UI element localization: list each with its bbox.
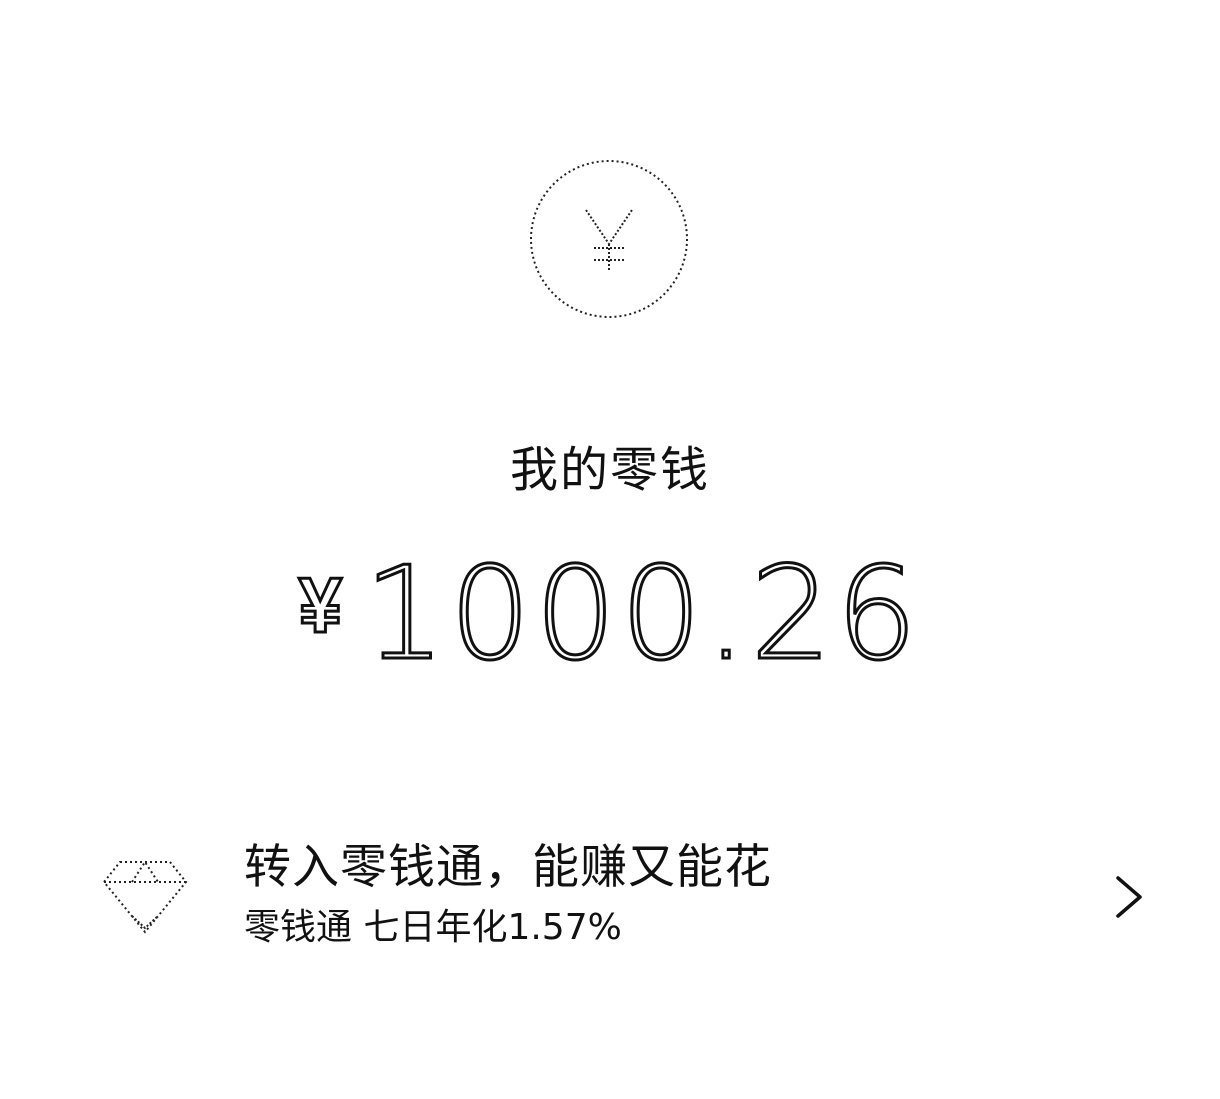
promo-text: 转入零钱通，能赚又能花 零钱通 七日年化1.57% xyxy=(244,838,772,952)
balance-amount: 1000.26 xyxy=(363,540,922,689)
currency-symbol: ¥ xyxy=(297,560,343,651)
promo-subtitle: 零钱通 七日年化1.57% xyxy=(244,907,622,948)
page-title: 我的零钱 xyxy=(509,442,710,498)
chevron-right-icon[interactable] xyxy=(1112,874,1146,920)
balance-display: ¥ 1000.26 xyxy=(0,540,1220,689)
yuan-coin-icon xyxy=(528,158,690,320)
promo-title: 转入零钱通，能赚又能花 xyxy=(244,840,772,895)
diamond-icon xyxy=(100,856,190,936)
promo-row-lingqiantong[interactable]: 转入零钱通，能赚又能花 零钱通 七日年化1.57% xyxy=(0,820,1220,980)
